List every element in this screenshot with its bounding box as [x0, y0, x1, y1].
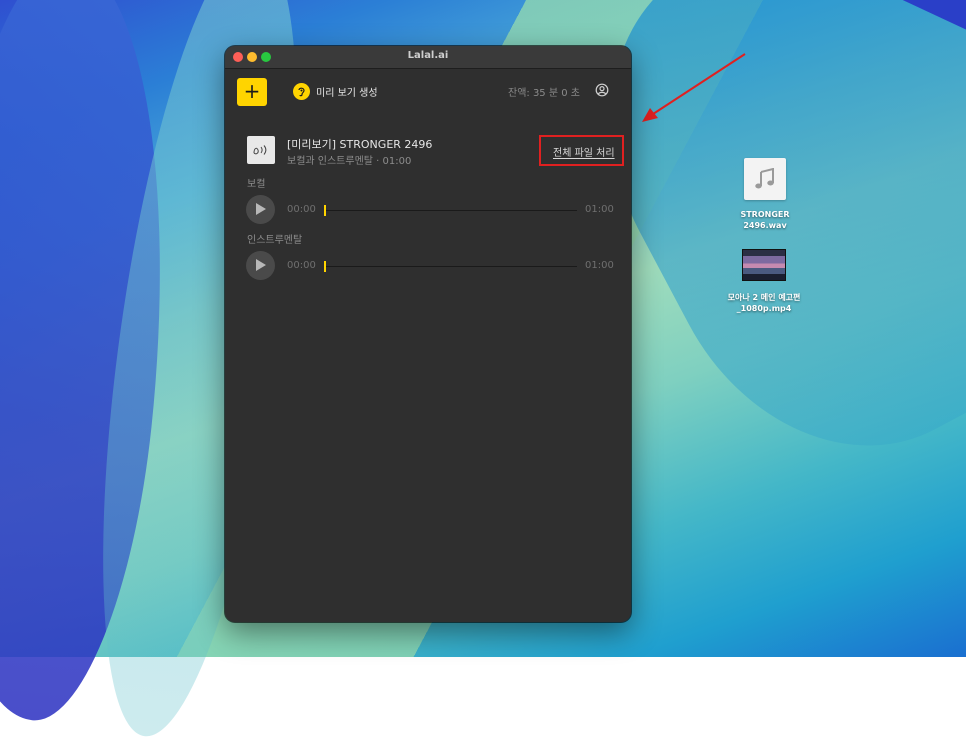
- file-name-line: STRONGER: [740, 210, 790, 219]
- stem-label-instrumental: 인스트루멘탈: [247, 235, 303, 246]
- ear-icon[interactable]: [293, 83, 310, 100]
- window-title: Lalal.ai: [407, 50, 449, 61]
- title-bar[interactable]: Lalal.ai: [225, 46, 631, 69]
- add-file-button[interactable]: +: [237, 78, 267, 106]
- duration: 01:00: [585, 204, 614, 215]
- file-name-line: 2496.wav: [743, 221, 787, 230]
- wav-file-icon[interactable]: [744, 158, 786, 200]
- play-icon: [256, 259, 266, 271]
- highlight-box: [539, 135, 624, 166]
- music-note-icon: [755, 168, 774, 189]
- current-time: 00:00: [287, 204, 316, 215]
- play-icon: [256, 203, 266, 215]
- generate-preview-toggle[interactable]: 미리 보기 생성: [316, 84, 378, 99]
- instrumental-seek-bar[interactable]: [324, 261, 577, 272]
- account-icon[interactable]: [595, 83, 609, 97]
- mp4-file-label[interactable]: 모아나 2 메인 예고편 _1080p.mp4: [714, 292, 814, 314]
- track-subtitle: 보컬과 인스트루멘탈 · 01:00: [287, 156, 412, 167]
- annotation-arrow: [642, 53, 746, 122]
- play-instrumental-button[interactable]: [246, 251, 275, 280]
- current-time: 00:00: [287, 260, 316, 271]
- stem-label-vocals: 보컬: [247, 179, 266, 190]
- play-vocals-button[interactable]: [246, 195, 275, 224]
- duration: 01:00: [585, 260, 614, 271]
- video-file-thumbnail[interactable]: [742, 249, 786, 281]
- playhead[interactable]: [324, 261, 326, 272]
- vocals-seek-bar[interactable]: [324, 205, 577, 216]
- track-thumbnail: [247, 136, 275, 164]
- track-title: [미리보기] STRONGER 2496: [287, 138, 433, 151]
- file-name-line: 모아나 2 메인 예고편: [727, 293, 801, 302]
- wav-file-label[interactable]: STRONGER 2496.wav: [724, 209, 806, 231]
- app-window: Lalal.ai + 미리 보기 생성 잔액: 35 분 0 초 [미리보기] …: [225, 46, 631, 622]
- voice-wave-icon: [253, 145, 267, 155]
- playhead[interactable]: [324, 205, 326, 216]
- balance-text: 잔액: 35 분 0 초: [508, 88, 580, 99]
- file-name-line: _1080p.mp4: [736, 304, 792, 313]
